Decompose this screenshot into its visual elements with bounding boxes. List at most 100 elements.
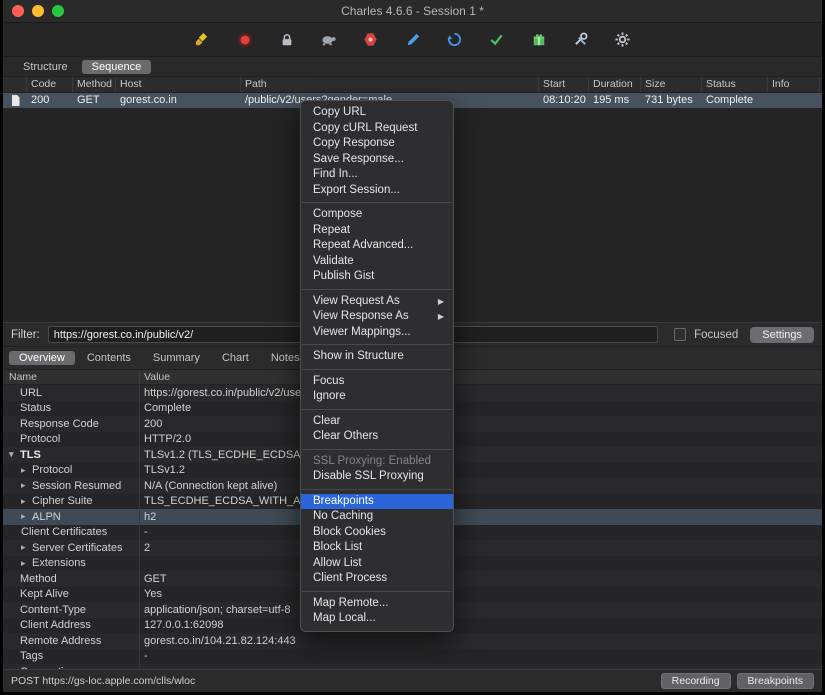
row-cell-duration[interactable]: 195 ms bbox=[589, 93, 641, 108]
property-value: - bbox=[140, 650, 822, 662]
focused-checkbox[interactable] bbox=[674, 328, 687, 341]
column-header-duration[interactable]: Duration bbox=[589, 77, 641, 92]
expand-arrow-icon[interactable]: ▸ bbox=[21, 542, 32, 553]
menu-item-map-local[interactable]: Map Local... bbox=[301, 611, 453, 627]
menu-item-disable-ssl-proxying[interactable]: Disable SSL Proxying bbox=[301, 469, 453, 485]
overview-row-tags[interactable]: Tags- bbox=[3, 649, 822, 665]
row-cell-size[interactable]: 731 bytes bbox=[641, 93, 702, 108]
property-name: Status bbox=[20, 402, 51, 414]
tab-sequence[interactable]: Sequence bbox=[82, 60, 152, 74]
menu-item-label: Clear Others bbox=[313, 429, 378, 445]
menu-item-block-list[interactable]: Block List bbox=[301, 540, 453, 556]
breakpoints-button[interactable]: Breakpoints bbox=[737, 673, 814, 689]
tab-contents[interactable]: Contents bbox=[77, 351, 141, 365]
menu-item-show-in-structure[interactable]: Show in Structure bbox=[301, 349, 453, 365]
tab-chart[interactable]: Chart bbox=[212, 351, 259, 365]
row-cell-status[interactable]: Complete bbox=[702, 93, 768, 108]
menu-item-clear-others[interactable]: Clear Others bbox=[301, 429, 453, 445]
ssl-lock-icon[interactable] bbox=[278, 31, 296, 49]
menu-item-label: Block Cookies bbox=[313, 525, 386, 541]
tab-overview[interactable]: Overview bbox=[9, 351, 75, 365]
expand-arrow-icon[interactable]: ▸ bbox=[21, 465, 32, 476]
menu-item-view-response-as[interactable]: View Response As▶ bbox=[301, 309, 453, 325]
menu-item-copy-curl-request[interactable]: Copy cURL Request bbox=[301, 121, 453, 137]
recording-button[interactable]: Recording bbox=[661, 673, 731, 689]
overview-column-value[interactable]: Value bbox=[140, 371, 170, 383]
row-cell-host[interactable]: gorest.co.in bbox=[116, 93, 241, 108]
menu-item-repeat[interactable]: Repeat bbox=[301, 223, 453, 239]
menu-item-label: View Response As bbox=[313, 309, 409, 325]
menu-item-allow-list[interactable]: Allow List bbox=[301, 556, 453, 572]
column-header-start[interactable]: Start bbox=[539, 77, 589, 92]
settings-icon[interactable] bbox=[614, 31, 632, 49]
compose-icon[interactable] bbox=[404, 31, 422, 49]
row-cell-start[interactable]: 08:10:20 bbox=[539, 93, 589, 108]
menu-item-client-process[interactable]: Client Process bbox=[301, 571, 453, 587]
column-header-code[interactable]: Code bbox=[27, 77, 73, 92]
breakpoints-icon[interactable] bbox=[362, 31, 380, 49]
property-name-cell: ▸Session Resumed bbox=[3, 478, 140, 494]
row-cell-info[interactable] bbox=[768, 93, 820, 108]
menu-item-label: Breakpoints bbox=[313, 494, 374, 510]
menu-item-compose[interactable]: Compose bbox=[301, 207, 453, 223]
menu-item-save-response[interactable]: Save Response... bbox=[301, 152, 453, 168]
column-header-method[interactable]: Method bbox=[73, 77, 116, 92]
overview-column-name[interactable]: Name bbox=[3, 371, 140, 383]
menu-item-validate[interactable]: Validate bbox=[301, 254, 453, 270]
menu-item-clear[interactable]: Clear bbox=[301, 414, 453, 430]
menu-item-copy-response[interactable]: Copy Response bbox=[301, 136, 453, 152]
menu-item-breakpoints[interactable]: Breakpoints bbox=[301, 494, 453, 510]
expand-arrow-icon[interactable]: ▸ bbox=[21, 558, 32, 569]
status-bar-buttons: Recording Breakpoints bbox=[661, 673, 814, 689]
menu-item-copy-url[interactable]: Copy URL bbox=[301, 105, 453, 121]
column-header-path[interactable]: Path bbox=[241, 77, 539, 92]
column-header-status[interactable]: Status bbox=[702, 77, 768, 92]
menu-item-label: Clear bbox=[313, 414, 340, 430]
menu-item-export-session[interactable]: Export Session... bbox=[301, 183, 453, 199]
repeat-icon[interactable] bbox=[446, 31, 464, 49]
throttle-icon[interactable] bbox=[320, 31, 338, 49]
tools-icon[interactable] bbox=[572, 31, 590, 49]
validate-icon[interactable] bbox=[488, 31, 506, 49]
column-header-info[interactable]: Info bbox=[768, 77, 820, 92]
menu-item-label: SSL Proxying: Enabled bbox=[313, 454, 431, 470]
property-value: Yes bbox=[140, 588, 822, 600]
property-name: TLS bbox=[20, 449, 41, 461]
tab-summary[interactable]: Summary bbox=[143, 351, 210, 365]
collapse-arrow-icon[interactable]: ▾ bbox=[9, 449, 20, 460]
menu-item-viewer-mappings[interactable]: Viewer Mappings... bbox=[301, 325, 453, 341]
charles-window: Charles 4.6.6 - Session 1 * StructureSeq… bbox=[3, 0, 822, 692]
row-cell-code[interactable]: 200 bbox=[27, 93, 73, 108]
property-value: GET bbox=[140, 573, 822, 585]
property-name: ALPN bbox=[32, 511, 61, 523]
overview-row-remote-address[interactable]: Remote Addressgorest.co.in/104.21.82.124… bbox=[3, 633, 822, 649]
menu-item-ignore[interactable]: Ignore bbox=[301, 389, 453, 405]
property-name-cell: Content-Type bbox=[3, 602, 140, 618]
menu-item-find-in[interactable]: Find In... bbox=[301, 167, 453, 183]
property-name-cell: ▸Server Certificates bbox=[3, 540, 140, 556]
menu-item-ssl-proxying-enabled: SSL Proxying: Enabled bbox=[301, 454, 453, 470]
property-value: TLSv1.2 (TLS_ECDHE_ECDSA_W bbox=[140, 449, 822, 461]
menu-item-publish-gist[interactable]: Publish Gist bbox=[301, 269, 453, 285]
menu-item-view-request-as[interactable]: View Request As▶ bbox=[301, 294, 453, 310]
menu-item-map-remote[interactable]: Map Remote... bbox=[301, 596, 453, 612]
row-cell-method[interactable]: GET bbox=[73, 93, 116, 108]
column-header-host[interactable]: Host bbox=[116, 77, 241, 92]
clear-icon[interactable] bbox=[194, 31, 212, 49]
property-value: 127.0.0.1:62098 bbox=[140, 619, 822, 631]
property-name: Content-Type bbox=[20, 604, 86, 616]
expand-arrow-icon[interactable]: ▸ bbox=[21, 480, 32, 491]
tab-structure[interactable]: Structure bbox=[13, 60, 78, 74]
property-name: Protocol bbox=[32, 464, 72, 476]
menu-item-block-cookies[interactable]: Block Cookies bbox=[301, 525, 453, 541]
menu-item-repeat-advanced[interactable]: Repeat Advanced... bbox=[301, 238, 453, 254]
gift-icon[interactable] bbox=[530, 31, 548, 49]
record-icon[interactable] bbox=[236, 31, 254, 49]
column-header-size[interactable]: Size bbox=[641, 77, 702, 92]
expand-arrow-icon[interactable]: ▸ bbox=[21, 511, 32, 522]
property-value: TLS_ECDHE_ECDSA_WITH_AES_ bbox=[140, 495, 822, 507]
settings-button[interactable]: Settings bbox=[750, 327, 814, 343]
menu-item-focus[interactable]: Focus bbox=[301, 374, 453, 390]
menu-item-no-caching[interactable]: No Caching bbox=[301, 509, 453, 525]
expand-arrow-icon[interactable]: ▸ bbox=[21, 496, 32, 507]
